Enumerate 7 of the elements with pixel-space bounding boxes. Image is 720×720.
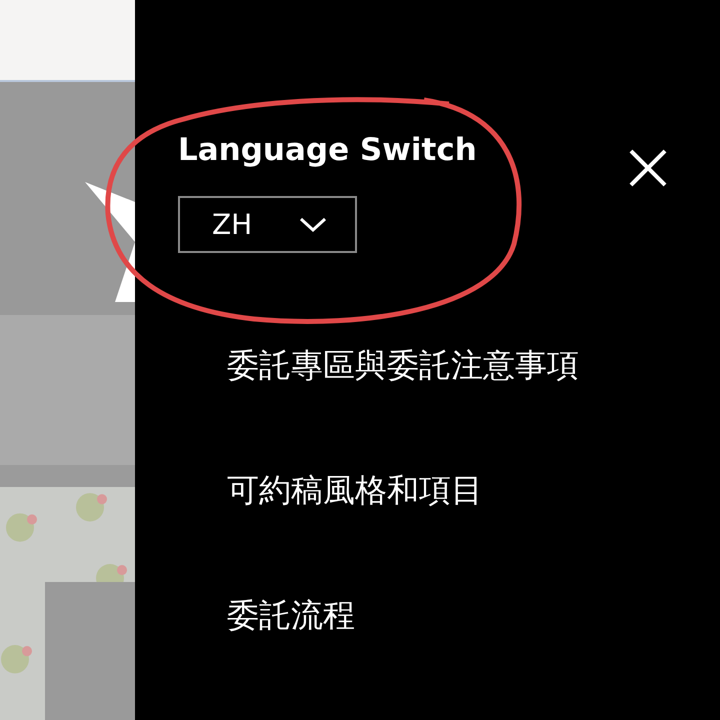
language-title: Language Switch bbox=[178, 131, 477, 170]
menu-link[interactable]: 可約稿風格和項目 bbox=[227, 468, 720, 513]
menu-link[interactable]: 委託專區與委託注意事項 bbox=[227, 343, 720, 388]
language-select[interactable]: ZH bbox=[178, 196, 357, 253]
close-icon bbox=[628, 148, 668, 188]
menu-link[interactable]: 委託流程 bbox=[227, 593, 720, 638]
chevron-down-icon bbox=[299, 216, 327, 232]
